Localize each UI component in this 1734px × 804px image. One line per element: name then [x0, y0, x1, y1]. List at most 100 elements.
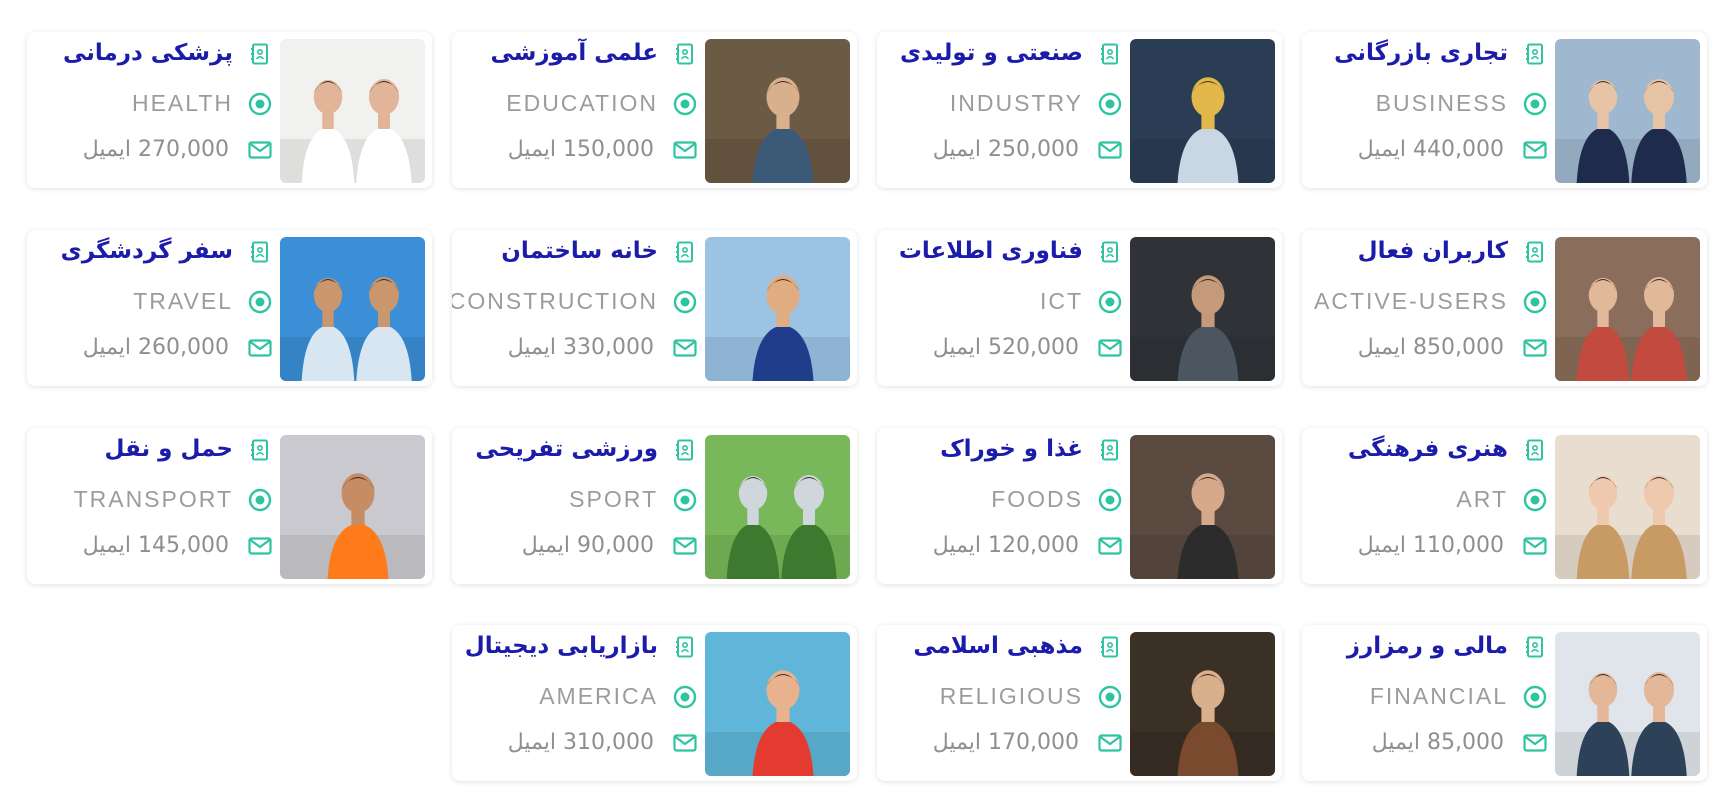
category-code: HEALTH — [131, 90, 233, 116]
category-card-financial[interactable]: مالی و رمزارز FINANCIAL 85,000 ایمیل — [1302, 625, 1707, 781]
email-count-row: 90,000 ایمیل — [522, 533, 702, 558]
category-info: غذا و خوراک FOODS 120,000 ایمیل — [877, 428, 1127, 584]
category-title-row: ورزشی تفریحی — [475, 438, 702, 461]
category-info: کاربران فعال ACTIVE-USERS 850,000 ایمیل — [1302, 230, 1552, 386]
category-info: خانه ساختمان CONSTRUCTION 330,000 ایمیل — [452, 230, 702, 386]
category-photo — [705, 435, 850, 579]
category-title-row: فناوری اطلاعات — [899, 240, 1127, 263]
radio-dot-icon — [1518, 290, 1552, 314]
category-code-row: TRAVEL — [133, 288, 277, 315]
email-count: 145,000 ایمیل — [82, 533, 229, 558]
email-count-row: 110,000 ایمیل — [1358, 533, 1552, 558]
category-card-marketing[interactable]: بازاریابی دیجیتال AMERICA 310,000 ایمیل — [452, 625, 857, 781]
category-info: علمی آموزشی EDUCATION 150,000 ایمیل — [452, 32, 702, 188]
category-title: مالی و رمزارز — [1346, 633, 1508, 659]
radio-dot-icon — [668, 92, 702, 116]
category-card-religious[interactable]: مذهبی اسلامی RELIGIOUS 170,000 ایمیل — [877, 625, 1282, 781]
category-title: تجاری بازرگانی — [1334, 40, 1508, 66]
category-code: CONSTRUCTION — [452, 288, 658, 314]
category-title: پزشکی درمانی — [62, 40, 233, 66]
radio-dot-icon — [668, 290, 702, 314]
email-count-row: 120,000 ایمیل — [933, 533, 1127, 558]
email-count: 260,000 ایمیل — [82, 335, 229, 360]
email-count: 120,000 ایمیل — [932, 533, 1079, 558]
category-title-row: مالی و رمزارز — [1347, 635, 1552, 658]
category-card-active-users[interactable]: کاربران فعال ACTIVE-USERS 850,000 ایمیل — [1302, 230, 1707, 386]
email-count: 170,000 ایمیل — [932, 730, 1079, 755]
category-code: EDUCATION — [506, 90, 658, 116]
email-count: 520,000 ایمیل — [932, 335, 1079, 360]
contact-book-icon — [1093, 43, 1127, 65]
category-card-health[interactable]: پزشکی درمانی HEALTH 270,000 ایمیل — [27, 32, 432, 188]
category-photo — [1130, 632, 1275, 776]
category-code: ACTIVE-USERS — [1314, 288, 1508, 314]
category-card-travel[interactable]: سفر گردشگری TRAVEL 260,000 ایمیل — [27, 230, 432, 386]
email-count: 110,000 ایمیل — [1357, 533, 1504, 558]
email-count-row: 260,000 ایمیل — [83, 335, 277, 360]
category-card-art[interactable]: هنری فرهنگی ART 110,000 ایمیل — [1302, 428, 1707, 584]
envelope-icon — [1518, 140, 1552, 159]
category-info: فناوری اطلاعات ICT 520,000 ایمیل — [877, 230, 1127, 386]
radio-dot-icon — [1093, 92, 1127, 116]
radio-dot-icon — [243, 488, 277, 512]
category-code-row: HEALTH — [132, 90, 277, 117]
email-count-row: 170,000 ایمیل — [933, 730, 1127, 755]
category-title-row: حمل و نقل — [104, 438, 277, 461]
category-card-education[interactable]: علمی آموزشی EDUCATION 150,000 ایمیل — [452, 32, 857, 188]
email-count-row: 85,000 ایمیل — [1372, 730, 1552, 755]
envelope-icon — [243, 338, 277, 357]
category-code: AMERICA — [539, 683, 658, 709]
contact-book-icon — [668, 636, 702, 658]
contact-book-icon — [1518, 636, 1552, 658]
category-card-sport[interactable]: ورزشی تفریحی SPORT 90,000 ایمیل — [452, 428, 857, 584]
email-count-row: 270,000 ایمیل — [83, 137, 277, 162]
category-photo — [1555, 39, 1700, 183]
envelope-icon — [668, 536, 702, 555]
category-code-row: CONSTRUCTION — [452, 288, 702, 315]
category-code-row: FINANCIAL — [1370, 683, 1552, 710]
email-count: 270,000 ایمیل — [82, 137, 229, 162]
category-photo — [280, 435, 425, 579]
category-title: کاربران فعال — [1357, 238, 1508, 264]
radio-dot-icon — [1518, 488, 1552, 512]
envelope-icon — [1093, 536, 1127, 555]
email-count: 850,000 ایمیل — [1357, 335, 1504, 360]
category-code-row: EDUCATION — [506, 90, 702, 117]
radio-dot-icon — [243, 290, 277, 314]
category-code: FOODS — [991, 486, 1083, 512]
category-title: سفر گردشگری — [60, 238, 233, 264]
email-count-row: 145,000 ایمیل — [83, 533, 277, 558]
envelope-icon — [1518, 536, 1552, 555]
category-title-row: بازاریابی دیجیتال — [465, 635, 702, 658]
category-card-construction[interactable]: خانه ساختمان CONSTRUCTION 330,000 ایمیل — [452, 230, 857, 386]
radio-dot-icon — [1093, 685, 1127, 709]
category-info: حمل و نقل TRANSPORT 145,000 ایمیل — [27, 428, 277, 584]
category-code-row: ART — [1456, 486, 1552, 513]
category-title: فناوری اطلاعات — [898, 238, 1083, 264]
category-info: سفر گردشگری TRAVEL 260,000 ایمیل — [27, 230, 277, 386]
radio-dot-icon — [668, 685, 702, 709]
category-card-transport[interactable]: حمل و نقل TRANSPORT 145,000 ایمیل — [27, 428, 432, 584]
category-card-business[interactable]: تجاری بازرگانی BUSINESS 440,000 ایمیل — [1302, 32, 1707, 188]
category-code: ART — [1456, 486, 1508, 512]
category-title: مذهبی اسلامی — [913, 633, 1083, 659]
contact-book-icon — [668, 43, 702, 65]
category-info: هنری فرهنگی ART 110,000 ایمیل — [1302, 428, 1552, 584]
category-photo — [1130, 237, 1275, 381]
category-card-industry[interactable]: صنعتی و تولیدی INDUSTRY 250,000 ایمیل — [877, 32, 1282, 188]
email-count-row: 310,000 ایمیل — [508, 730, 702, 755]
category-title-row: صنعتی و تولیدی — [900, 42, 1127, 65]
email-count: 250,000 ایمیل — [932, 137, 1079, 162]
contact-book-icon — [668, 439, 702, 461]
category-title: صنعتی و تولیدی — [899, 40, 1083, 66]
category-title-row: علمی آموزشی — [491, 42, 702, 65]
contact-book-icon — [243, 241, 277, 263]
category-title: ورزشی تفریحی — [475, 436, 658, 462]
category-title-row: مذهبی اسلامی — [913, 635, 1127, 658]
category-photo — [705, 237, 850, 381]
category-card-foods[interactable]: غذا و خوراک FOODS 120,000 ایمیل — [877, 428, 1282, 584]
category-info: مالی و رمزارز FINANCIAL 85,000 ایمیل — [1302, 625, 1552, 781]
category-code-row: RELIGIOUS — [940, 683, 1127, 710]
category-title: بازاریابی دیجیتال — [464, 633, 658, 659]
category-card-ict[interactable]: فناوری اطلاعات ICT 520,000 ایمیل — [877, 230, 1282, 386]
